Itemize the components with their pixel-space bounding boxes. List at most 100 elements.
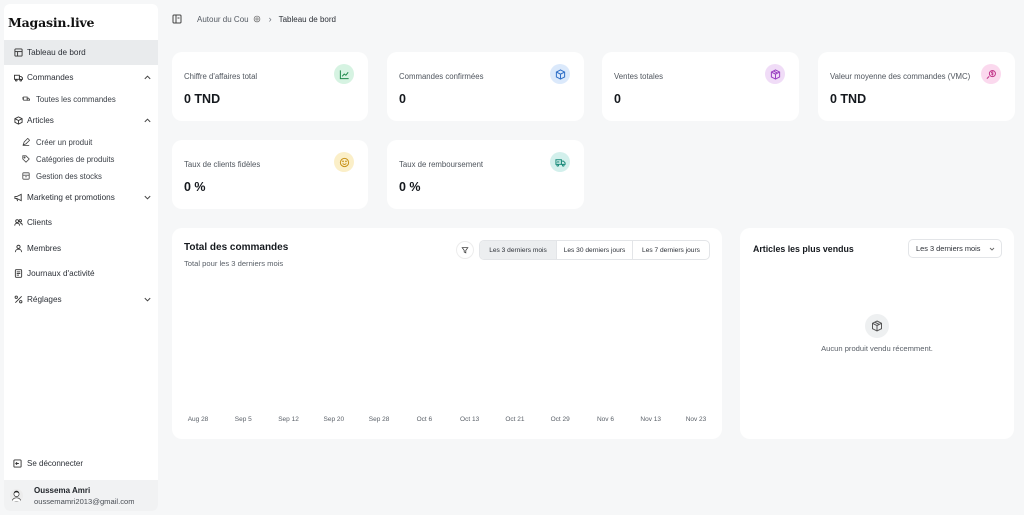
megaphone-icon — [13, 193, 23, 203]
package-icon — [765, 64, 785, 84]
x-tick-label: Oct 13 — [460, 416, 480, 423]
sidebar-item-stock[interactable]: Gestion des stocks — [4, 168, 158, 185]
user-card[interactable]: Oussema Amri oussemamri2013@gmail.com — [4, 480, 158, 511]
kpi-value: 0 TND — [830, 92, 867, 106]
sidebar-item-label: Toutes les commandes — [36, 95, 116, 104]
logout-button[interactable]: Se déconnecter — [13, 459, 83, 468]
sidebar-item-activity[interactable]: Journaux d'activité — [4, 261, 158, 286]
chart-title: Total des commandes — [184, 242, 289, 253]
pencil-icon — [22, 138, 31, 147]
sidebar-item-label: Gestion des stocks — [36, 172, 102, 181]
truck-icon — [13, 73, 23, 83]
x-tick-label: Sep 28 — [368, 416, 390, 423]
kpi-value: 0 TND — [184, 92, 221, 106]
sidebar-item-label: Clients — [27, 218, 53, 227]
filter-button[interactable] — [456, 241, 474, 259]
kpi-card-revenue: Chiffre d'affaires total 0 TND — [172, 52, 368, 121]
filter-icon — [461, 247, 469, 254]
dashboard-icon — [13, 48, 23, 58]
chevron-down-icon[interactable] — [143, 193, 152, 202]
kpi-label: Ventes totales — [614, 72, 663, 81]
chevron-down-icon — [989, 247, 995, 251]
kpi-label: Commandes confirmées — [399, 72, 484, 81]
sidebar-item-settings[interactable]: Réglages — [4, 287, 158, 312]
chart-up-icon — [334, 64, 354, 84]
kpi-card-confirmed-orders: Commandes confirmées 0 — [387, 52, 584, 121]
range-30-days[interactable]: Les 30 derniers jours — [557, 241, 633, 259]
chevron-right-icon: › — [268, 14, 272, 24]
sidebar-item-all-orders[interactable]: Toutes les commandes — [4, 91, 158, 108]
select-value: Les 3 derniers mois — [916, 244, 981, 253]
range-segmented-control: Les 3 derniers mois Les 30 derniers jour… — [479, 240, 710, 260]
x-tick-label: Oct 21 — [505, 416, 525, 423]
tools-icon — [13, 295, 23, 305]
empty-box-icon — [865, 314, 889, 338]
users-icon — [13, 218, 23, 228]
sidebar-item-marketing[interactable]: Marketing et promotions — [4, 185, 158, 210]
x-tick-label: Oct 6 — [416, 416, 433, 423]
sidebar-item-label: Articles — [27, 116, 54, 125]
orders-chart-card: Total des commandes Total pour les 3 der… — [172, 228, 722, 439]
sidebar-item-articles[interactable]: Articles — [4, 108, 158, 133]
kpi-label: Taux de remboursement — [399, 160, 484, 169]
breadcrumb-current: Tableau de bord — [278, 14, 336, 24]
orders-chart-plot — [184, 290, 710, 408]
sidebar-item-dashboard[interactable]: Tableau de bord — [4, 40, 158, 65]
user-name: Oussema Amri — [34, 486, 91, 495]
sidebar-item-label: Réglages — [27, 295, 62, 304]
truck-fast-icon — [22, 95, 31, 104]
gear-icon[interactable] — [253, 15, 261, 23]
app-logo: Magasin.live — [8, 15, 95, 30]
sidebar-item-label: Journaux d'activité — [27, 269, 95, 278]
sidebar-item-label: Tableau de bord — [27, 48, 86, 57]
log-icon — [13, 269, 23, 279]
breadcrumb-store[interactable]: Autour du Cou — [197, 15, 249, 24]
kpi-card-avg-order-value: Valeur moyenne des commandes (VMC) 0 TND — [818, 52, 1015, 121]
sidebar: Magasin.live Tableau de bord Commandes T… — [4, 4, 158, 511]
logout-icon — [13, 459, 22, 468]
sidebar-item-orders[interactable]: Commandes — [4, 65, 158, 90]
sidebar-item-label: Commandes — [27, 73, 74, 82]
tag-icon — [22, 155, 31, 164]
sidebar-item-members[interactable]: Membres — [4, 236, 158, 261]
best-sellers-range-select[interactable]: Les 3 derniers mois — [908, 239, 1002, 258]
sidebar-item-clients[interactable]: Clients — [4, 210, 158, 235]
kpi-value: 0 — [399, 92, 406, 106]
chevron-down-icon[interactable] — [143, 295, 152, 304]
empty-state-message: Aucun produit vendu récemment. — [821, 344, 933, 353]
x-tick-label: Oct 29 — [550, 416, 570, 423]
x-tick-label: Sep 20 — [323, 416, 345, 423]
x-tick-label: Aug 28 — [187, 416, 209, 423]
chevron-up-icon[interactable] — [143, 73, 152, 82]
breadcrumb: Autour du Cou › Tableau de bord — [172, 14, 336, 24]
x-tick-label: Sep 5 — [234, 416, 252, 423]
chart-subtitle: Total pour les 3 derniers mois — [184, 259, 284, 268]
range-7-days[interactable]: Les 7 derniers jours — [633, 241, 709, 259]
sidebar-item-create-product[interactable]: Créer un produit — [4, 134, 158, 151]
members-icon — [13, 244, 23, 254]
range-3-months[interactable]: Les 3 derniers mois — [480, 241, 557, 259]
user-email: oussemamri2013@gmail.com — [34, 497, 134, 506]
kpi-label: Valeur moyenne des commandes (VMC) — [830, 72, 971, 81]
box-icon — [13, 116, 23, 126]
kpi-card-total-sales: Ventes totales 0 — [602, 52, 799, 121]
logout-label: Se déconnecter — [27, 459, 84, 468]
dollar-icon — [981, 64, 1001, 84]
sidebar-item-label: Membres — [27, 244, 62, 253]
sidebar-item-label: Catégories de produits — [36, 155, 115, 164]
x-tick-label: Nov 13 — [640, 416, 662, 423]
kpi-card-refund-rate: Taux de remboursement 0 % — [387, 140, 584, 209]
sidebar-item-categories[interactable]: Catégories de produits — [4, 151, 158, 168]
sidebar-item-label: Créer un produit — [36, 138, 93, 147]
sidebar-toggle-icon[interactable] — [172, 14, 182, 24]
box-icon — [550, 64, 570, 84]
kpi-value: 0 — [614, 92, 621, 106]
x-tick-label: Nov 6 — [596, 416, 614, 423]
chevron-up-icon[interactable] — [143, 116, 152, 125]
refund-truck-icon — [550, 152, 570, 172]
x-tick-label: Sep 12 — [278, 416, 299, 423]
kpi-label: Chiffre d'affaires total — [184, 72, 258, 81]
kpi-card-loyal-clients: Taux de clients fidèles 0 % — [172, 140, 368, 209]
smile-icon — [334, 152, 354, 172]
kpi-value: 0 % — [399, 180, 421, 194]
